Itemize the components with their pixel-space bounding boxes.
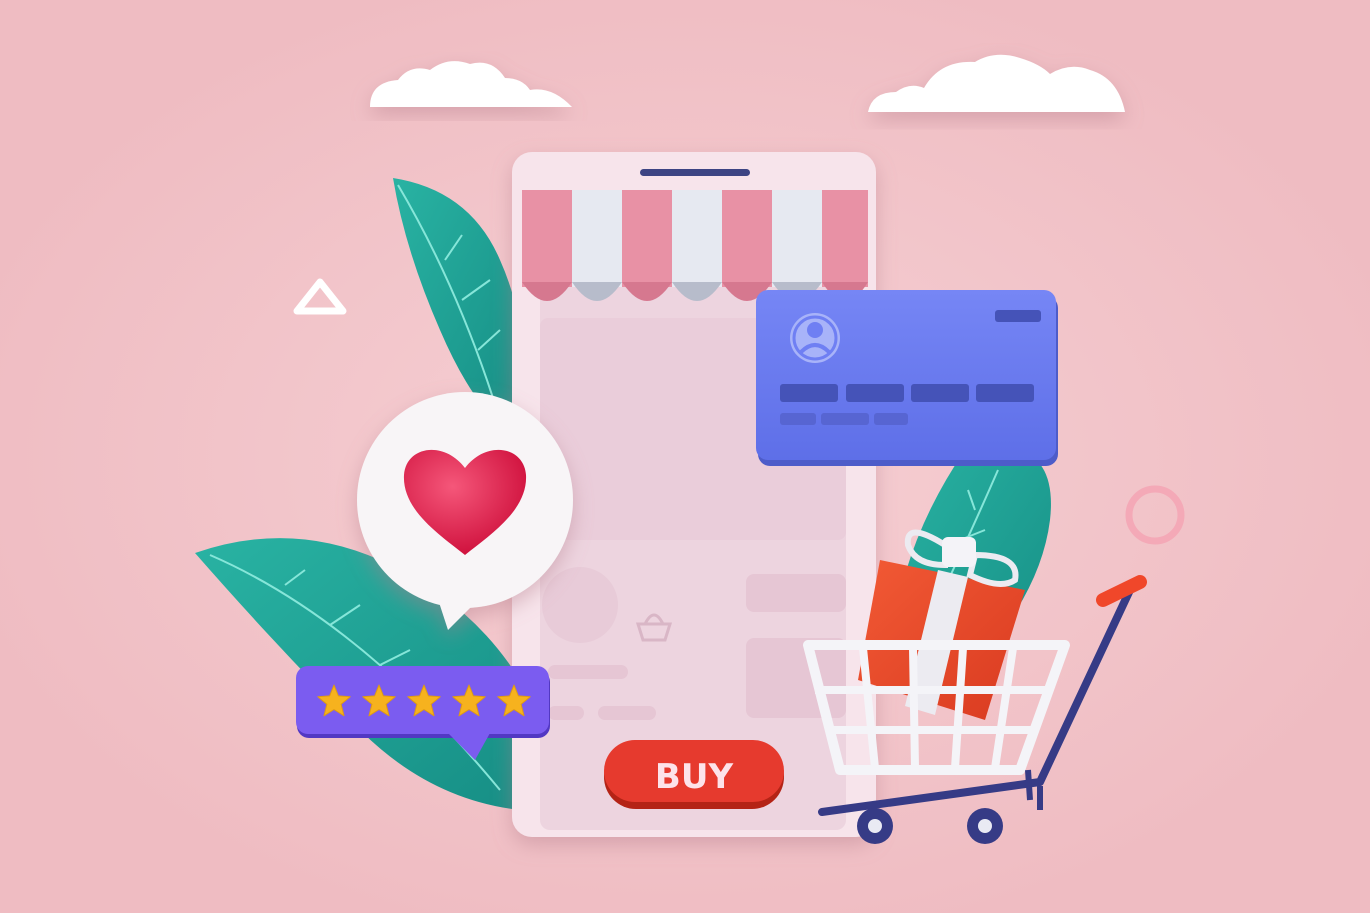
avatar-placeholder [542, 567, 618, 643]
shop-awning [522, 190, 868, 301]
buy-button-label: BUY [655, 757, 734, 797]
card-number-group [911, 384, 969, 402]
card-detail-line [780, 413, 816, 425]
text-line-placeholder [548, 706, 584, 720]
card-chip [995, 310, 1041, 322]
user-avatar-icon [790, 313, 840, 363]
shopping-illustration: BUY [0, 0, 1370, 913]
text-line-placeholder [598, 706, 656, 720]
card-detail-line [874, 413, 908, 425]
card-number-group [780, 384, 838, 402]
text-line-placeholder [548, 665, 628, 679]
phone-speaker [640, 169, 750, 176]
text-line-placeholder [746, 574, 846, 612]
buy-button[interactable]: BUY [604, 740, 784, 809]
card-detail-line [821, 413, 869, 425]
card-number-group [846, 384, 904, 402]
card-number-group [976, 384, 1034, 402]
credit-card [756, 290, 1058, 466]
